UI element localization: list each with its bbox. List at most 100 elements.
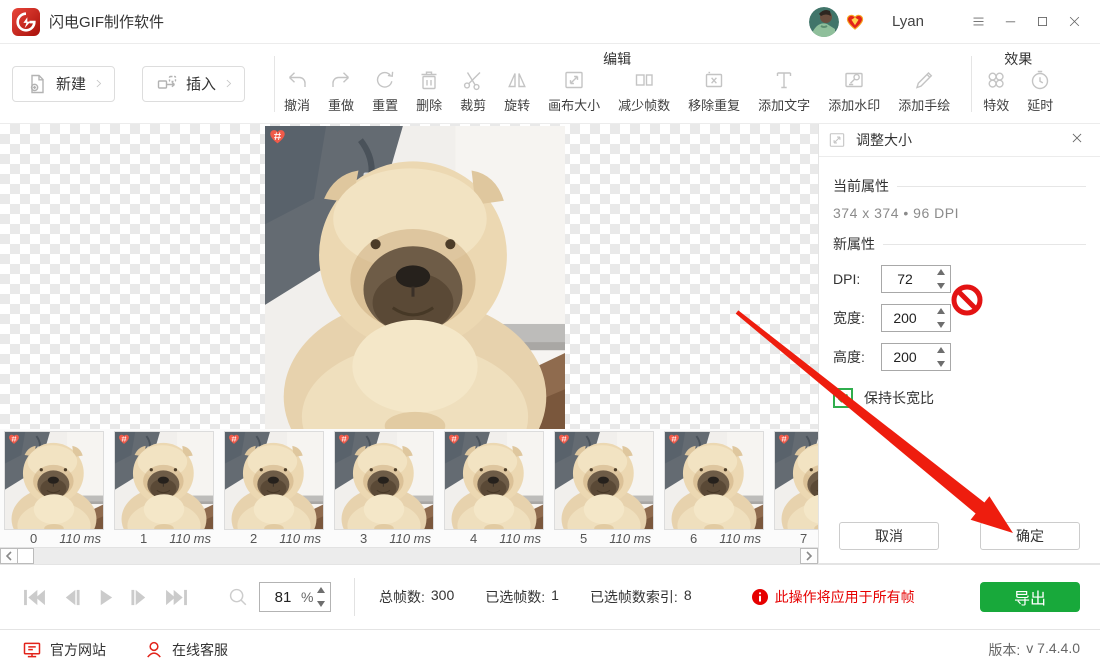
minimize-icon bbox=[1003, 14, 1018, 29]
panel-close-button[interactable] bbox=[1070, 131, 1088, 149]
frame-image bbox=[444, 431, 544, 530]
spinner-up-button[interactable] bbox=[937, 308, 945, 314]
frame-thumbnail[interactable]: 7 110 ms bbox=[774, 431, 818, 547]
tool-button[interactable]: 减少帧数 bbox=[609, 68, 679, 114]
tool-button[interactable]: 添加文字 bbox=[749, 68, 819, 114]
online-support-link[interactable]: 在线客服 bbox=[144, 640, 228, 660]
frame-image bbox=[114, 431, 214, 530]
spinner-up-button[interactable] bbox=[937, 347, 945, 353]
section-divider bbox=[883, 244, 1086, 245]
frame-meta: 3 110 ms bbox=[334, 530, 434, 546]
app-window: 闪电GIF制作软件 Lyan 新建 插入 编辑 bbox=[0, 0, 1100, 670]
spinner-up-button[interactable] bbox=[937, 269, 945, 275]
effect-tool-button[interactable]: 延时 bbox=[1018, 68, 1062, 114]
skip-end-icon bbox=[164, 588, 189, 607]
stat-value: 1 bbox=[551, 587, 559, 607]
export-button[interactable]: 导出 bbox=[980, 582, 1080, 612]
frame-image bbox=[4, 431, 104, 530]
previous-frame-button[interactable] bbox=[62, 588, 81, 607]
close-button[interactable] bbox=[1062, 9, 1086, 35]
filmstrip-scrollbar bbox=[0, 547, 818, 564]
new-file-icon bbox=[25, 72, 49, 96]
scrollbar-thumb[interactable] bbox=[18, 548, 34, 564]
tool-button[interactable]: 添加手绘 bbox=[889, 68, 959, 114]
app-title: 闪电GIF制作软件 bbox=[49, 11, 164, 32]
heart-badge-icon bbox=[778, 434, 790, 445]
stat-label: 总帧数: bbox=[379, 587, 425, 607]
toolbar-divider bbox=[971, 56, 972, 112]
playback-control-bar: % 总帧数: 300 已选帧数: 1 已选帧数索引: bbox=[0, 564, 1100, 629]
menu-button[interactable] bbox=[966, 9, 990, 35]
frame-meta: 0 110 ms bbox=[4, 530, 104, 546]
number-input[interactable] bbox=[882, 271, 928, 287]
frame-thumbnail[interactable]: 1 110 ms bbox=[114, 431, 214, 547]
maximize-icon bbox=[1035, 14, 1050, 29]
toolbar: 新建 插入 编辑 撤消 重做 bbox=[0, 44, 1100, 124]
frame-thumbnail[interactable]: 2 110 ms bbox=[224, 431, 324, 547]
stat: 总帧数: 300 bbox=[379, 587, 454, 607]
user-avatar[interactable] bbox=[809, 7, 839, 37]
number-spinner bbox=[881, 343, 951, 371]
heart-badge-icon bbox=[118, 434, 130, 445]
zoom-up-button[interactable] bbox=[317, 587, 325, 593]
spinner-down-button[interactable] bbox=[937, 283, 945, 289]
current-properties-value: 374 x 374 • 96 DPI bbox=[833, 205, 1086, 221]
tool-label: 删除 bbox=[416, 95, 442, 114]
number-spinner bbox=[881, 265, 951, 293]
frame-meta: 6 110 ms bbox=[664, 530, 764, 546]
field-label: 高度: bbox=[833, 347, 881, 367]
frame-filmstrip: 0 110 ms 1 110 ms bbox=[0, 429, 818, 547]
play-button[interactable] bbox=[96, 588, 115, 607]
stat: 已选帧数: 1 bbox=[485, 587, 559, 607]
tool-button[interactable]: 撤消 bbox=[275, 68, 319, 114]
tool-button[interactable]: 画布大小 bbox=[539, 68, 609, 114]
zoom-input[interactable] bbox=[270, 589, 296, 606]
monitor-icon bbox=[22, 640, 42, 660]
new-properties-section: 新属性 bbox=[833, 234, 1086, 254]
scrollbar-track[interactable] bbox=[34, 548, 800, 564]
editor-column: 0 110 ms 1 110 ms bbox=[0, 124, 818, 564]
cancel-button[interactable]: 取消 bbox=[839, 522, 939, 550]
tool-button[interactable]: 旋转 bbox=[495, 68, 539, 114]
number-input[interactable] bbox=[882, 349, 928, 365]
keep-ratio-checkbox[interactable] bbox=[833, 388, 853, 408]
zoom-down-button[interactable] bbox=[317, 601, 325, 607]
maximize-button[interactable] bbox=[1030, 9, 1054, 35]
frame-meta: 5 110 ms bbox=[554, 530, 654, 546]
frame-meta: 1 110 ms bbox=[114, 530, 214, 546]
frame-thumbnail[interactable]: 4 110 ms bbox=[444, 431, 544, 547]
tool-label: 添加手绘 bbox=[898, 95, 950, 114]
effect-tool-label: 延时 bbox=[1027, 95, 1053, 114]
first-frame-button[interactable] bbox=[22, 588, 47, 607]
scroll-left-button[interactable] bbox=[0, 548, 18, 564]
official-website-link[interactable]: 官方网站 bbox=[22, 640, 106, 660]
tool-button[interactable]: 裁剪 bbox=[451, 68, 495, 114]
minimize-button[interactable] bbox=[998, 9, 1022, 35]
tool-button[interactable]: 删除 bbox=[407, 68, 451, 114]
tool-icon bbox=[702, 68, 726, 92]
tool-button[interactable]: 添加水印 bbox=[819, 68, 889, 114]
spinner-down-button[interactable] bbox=[937, 322, 945, 328]
keep-ratio-label: 保持长宽比 bbox=[864, 388, 934, 408]
spinner-down-button[interactable] bbox=[937, 361, 945, 367]
next-frame-button[interactable] bbox=[130, 588, 149, 607]
tool-button[interactable]: 移除重复 bbox=[679, 68, 749, 114]
frame-thumbnail[interactable]: 0 110 ms bbox=[4, 431, 104, 547]
frame-thumbnail[interactable]: 3 110 ms bbox=[334, 431, 434, 547]
effect-tool-label: 特效 bbox=[983, 95, 1009, 114]
frame-thumbnail[interactable]: 5 110 ms bbox=[554, 431, 654, 547]
tool-icon bbox=[285, 68, 309, 92]
tool-button[interactable]: 重置 bbox=[363, 68, 407, 114]
property-field-row: DPI: bbox=[833, 265, 1086, 293]
last-frame-button[interactable] bbox=[164, 588, 189, 607]
ok-button[interactable]: 确定 bbox=[980, 522, 1080, 550]
number-input[interactable] bbox=[882, 310, 928, 326]
frame-index: 0 bbox=[30, 531, 37, 546]
vip-badge-icon bbox=[846, 14, 864, 30]
new-button[interactable]: 新建 bbox=[12, 66, 115, 102]
tool-button[interactable]: 重做 bbox=[319, 68, 363, 114]
effect-tool-button[interactable]: 特效 bbox=[974, 68, 1018, 114]
insert-button[interactable]: 插入 bbox=[142, 66, 245, 102]
frame-thumbnail[interactable]: 6 110 ms bbox=[664, 431, 764, 547]
scroll-right-button[interactable] bbox=[800, 548, 818, 564]
